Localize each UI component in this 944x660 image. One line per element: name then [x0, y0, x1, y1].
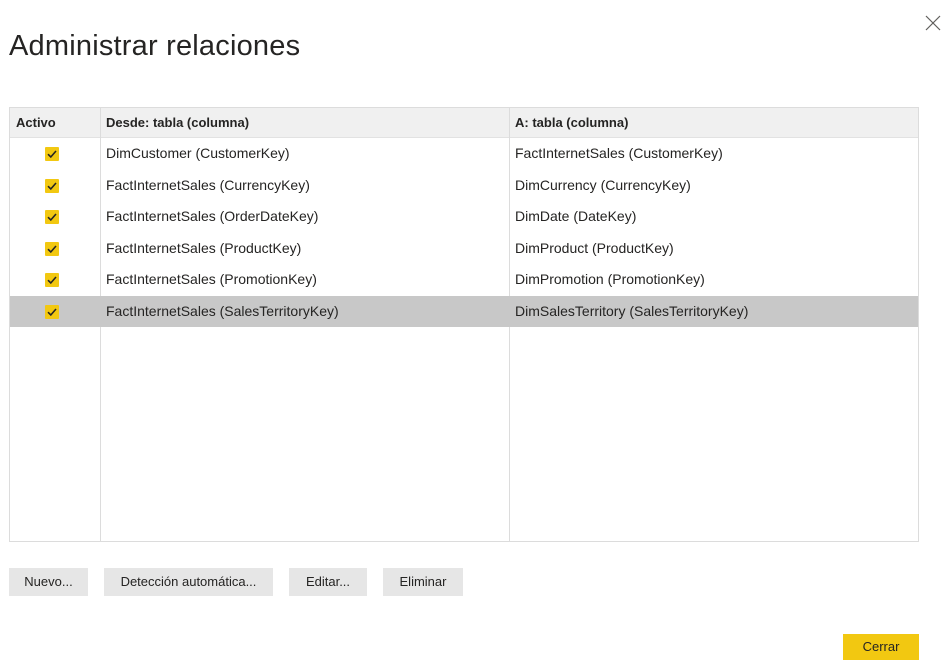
to-cell: FactInternetSales (CustomerKey) — [515, 145, 723, 161]
active-checkbox[interactable] — [45, 241, 59, 256]
close-button[interactable]: Cerrar — [843, 634, 919, 660]
table-row[interactable]: FactInternetSales (ProductKey) DimProduct… — [10, 233, 918, 265]
edit-button[interactable]: Editar... — [289, 568, 367, 596]
autodetect-button[interactable]: Detección automática... — [104, 568, 273, 596]
column-header-to[interactable]: A: tabla (columna) — [515, 108, 628, 137]
checkmark-icon — [47, 276, 57, 285]
to-cell: DimCurrency (CurrencyKey) — [515, 176, 691, 193]
checkmark-icon — [47, 150, 57, 159]
relationships-table: Activo Desde: tabla (columna) A: tabla (… — [9, 107, 919, 542]
from-cell: FactInternetSales (ProductKey) — [106, 239, 302, 256]
new-button[interactable]: Nuevo... — [9, 568, 88, 596]
delete-button[interactable]: Eliminar — [383, 568, 463, 596]
active-checkbox[interactable] — [45, 147, 59, 161]
checkmark-icon — [47, 307, 57, 316]
active-checkbox[interactable] — [45, 304, 59, 319]
to-cell: DimProduct (ProductKey) — [515, 239, 674, 256]
active-checkbox[interactable] — [45, 210, 59, 224]
from-cell: FactInternetSales (CurrencyKey) — [106, 176, 310, 193]
table-row[interactable]: DimCustomer (CustomerKey) FactInternetSal… — [10, 138, 918, 170]
to-cell: DimSalesTerritory (SalesTerritoryKey) — [515, 302, 749, 319]
checkmark-icon — [47, 213, 57, 222]
table-body: DimCustomer (CustomerKey) FactInternetSal… — [10, 138, 918, 327]
manage-relationships-dialog: Administrar relaciones Activo Desde: tab… — [0, 0, 944, 660]
from-cell: DimCustomer (CustomerKey) — [106, 145, 290, 161]
table-row[interactable]: FactInternetSales (OrderDateKey) DimDate … — [10, 201, 918, 233]
table-row[interactable]: FactInternetSales (PromotionKey) DimPromo… — [10, 264, 918, 296]
checkmark-icon — [47, 244, 57, 253]
active-checkbox[interactable] — [45, 273, 59, 287]
column-header-from[interactable]: Desde: tabla (columna) — [106, 108, 249, 137]
to-cell: DimDate (DateKey) — [515, 208, 637, 224]
column-header-active[interactable]: Activo — [16, 108, 56, 137]
table-row[interactable]: FactInternetSales (CurrencyKey) DimCurren… — [10, 170, 918, 202]
dialog-title: Administrar relaciones — [9, 30, 301, 62]
table-header: Activo Desde: tabla (columna) A: tabla (… — [10, 108, 918, 138]
active-checkbox[interactable] — [45, 178, 59, 193]
to-cell: DimPromotion (PromotionKey) — [515, 271, 705, 287]
close-icon[interactable] — [924, 14, 942, 32]
from-cell: FactInternetSales (SalesTerritoryKey) — [106, 302, 339, 319]
checkmark-icon — [47, 181, 57, 190]
table-row[interactable]: FactInternetSales (SalesTerritoryKey) Dim… — [10, 295, 918, 327]
from-cell: FactInternetSales (PromotionKey) — [106, 271, 317, 287]
from-cell: FactInternetSales (OrderDateKey) — [106, 208, 319, 224]
